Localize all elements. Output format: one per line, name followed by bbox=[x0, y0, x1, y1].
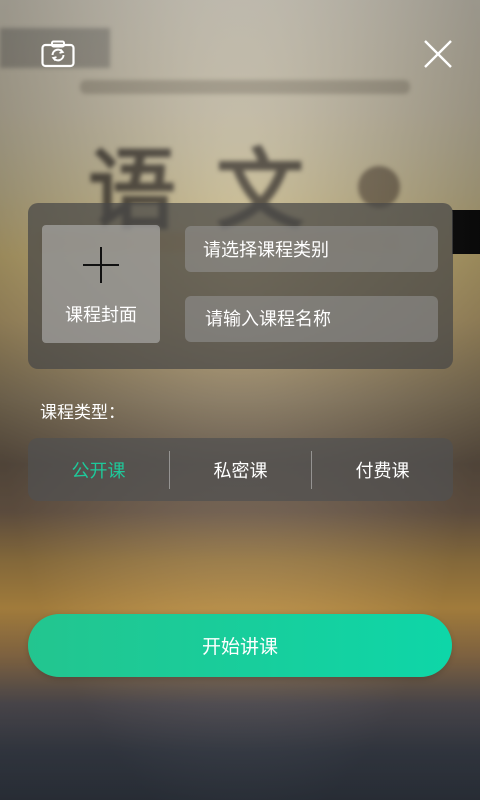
plus-icon bbox=[83, 247, 119, 283]
course-type-option-private[interactable]: 私密课 bbox=[170, 457, 311, 483]
course-category-select[interactable]: 请选择课程类别 bbox=[185, 226, 438, 272]
course-name-input[interactable] bbox=[203, 307, 438, 331]
start-lecture-button[interactable]: 开始讲课 bbox=[28, 614, 452, 677]
camera-switch-button[interactable] bbox=[38, 36, 78, 72]
course-cover-label: 课程封面 bbox=[65, 305, 137, 326]
course-type-selector: 公开课 私密课 付费课 bbox=[28, 438, 453, 501]
course-form-card: 课程封面 请选择课程类别 bbox=[28, 203, 453, 369]
course-type-option-public[interactable]: 公开课 bbox=[28, 457, 169, 483]
course-cover-upload[interactable]: 课程封面 bbox=[42, 225, 160, 343]
course-name-field[interactable] bbox=[185, 296, 438, 342]
course-category-placeholder: 请选择课程类别 bbox=[203, 240, 329, 261]
close-icon bbox=[424, 40, 452, 68]
course-type-label: 课程类型： bbox=[40, 403, 125, 423]
camera-switch-icon bbox=[41, 40, 75, 68]
course-type-option-paid[interactable]: 付费课 bbox=[312, 457, 453, 483]
close-button[interactable] bbox=[418, 34, 458, 74]
